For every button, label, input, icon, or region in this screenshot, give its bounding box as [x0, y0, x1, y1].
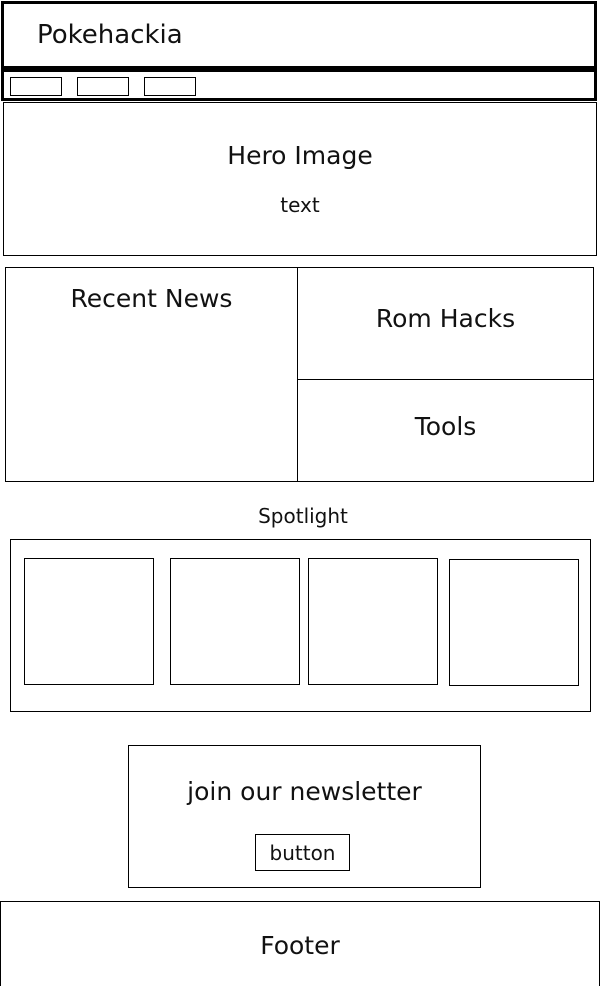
nav-item-3[interactable]: [144, 77, 196, 96]
hero-section: Hero Image text: [3, 102, 597, 256]
spotlight-card[interactable]: [170, 558, 300, 685]
newsletter-section: join our newsletter button: [128, 745, 481, 888]
spotlight-card[interactable]: [24, 558, 154, 685]
rom-hacks-title: Rom Hacks: [375, 304, 516, 333]
footer-title: Footer: [260, 931, 340, 960]
site-title[interactable]: Pokehackia: [37, 19, 183, 51]
nav-item-2[interactable]: [77, 77, 129, 96]
spotlight-carousel: [10, 539, 591, 712]
tools-panel[interactable]: Tools: [297, 379, 594, 482]
spotlight-card[interactable]: [308, 558, 438, 685]
nav-item-1[interactable]: [10, 77, 62, 96]
newsletter-title: join our newsletter: [187, 777, 422, 806]
rom-hacks-panel[interactable]: Rom Hacks: [297, 267, 594, 380]
tools-title: Tools: [414, 412, 477, 441]
nav-bar: [1, 69, 597, 101]
recent-news-title: Recent News: [70, 284, 233, 313]
hero-title: Hero Image: [227, 141, 373, 170]
site-header: Pokehackia: [1, 1, 597, 69]
spotlight-card[interactable]: [449, 559, 579, 686]
spotlight-heading: Spotlight: [258, 504, 348, 528]
newsletter-subscribe-button[interactable]: button: [255, 834, 350, 871]
site-footer: Footer: [0, 901, 600, 986]
recent-news-panel[interactable]: Recent News: [5, 267, 298, 482]
hero-text: text: [280, 193, 320, 217]
